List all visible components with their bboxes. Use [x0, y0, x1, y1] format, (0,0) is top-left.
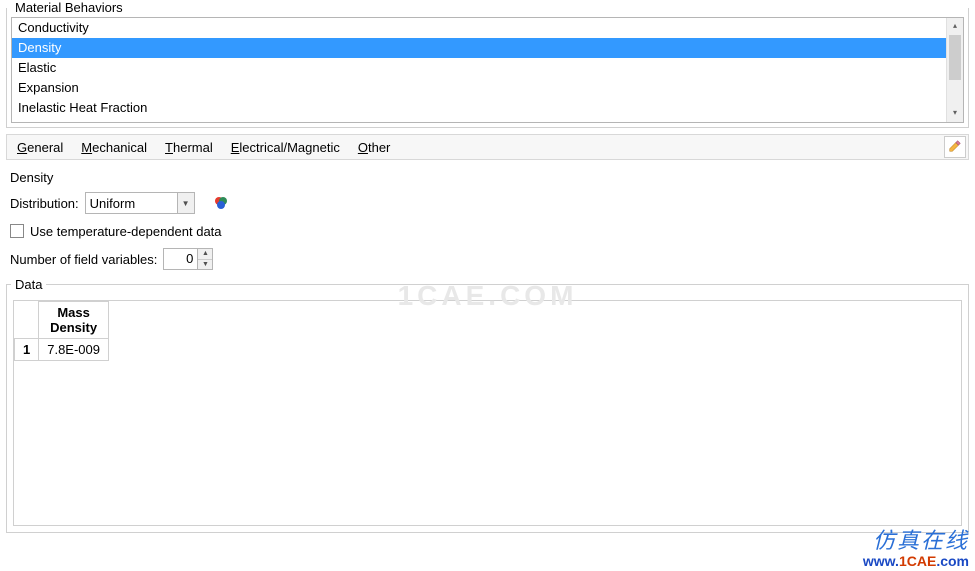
spinner-up[interactable]: ▲	[198, 249, 212, 260]
col-header-line2: Density	[47, 320, 100, 335]
field-vars-spinner[interactable]: 0 ▲ ▼	[163, 248, 213, 270]
menu-thermal-label: hermal	[173, 140, 213, 155]
scroll-thumb[interactable]	[949, 35, 961, 80]
mapping-icon[interactable]	[213, 195, 229, 211]
distribution-select[interactable]: Uniform ▼	[85, 192, 195, 214]
menu-electrical[interactable]: Electrical/Magnetic	[231, 140, 340, 155]
menu-thermal[interactable]: Thermal	[165, 140, 213, 155]
behavior-item-expansion[interactable]: Expansion	[12, 78, 946, 98]
distribution-label: Distribution:	[10, 196, 79, 211]
watermark-url: www.1CAE.com	[863, 553, 969, 569]
distribution-value: Uniform	[90, 196, 136, 211]
watermark-corner: 仿真在线 www.1CAE.com	[863, 528, 969, 569]
density-section-label: Density	[10, 170, 969, 185]
menu-mechanical-label: echanical	[92, 140, 147, 155]
menu-other-label: ther	[368, 140, 390, 155]
material-behaviors-title: Material Behaviors	[11, 0, 127, 15]
row-index: 1	[15, 339, 39, 361]
menu-mechanical[interactable]: Mechanical	[81, 140, 147, 155]
temp-dependent-checkbox[interactable]	[10, 224, 24, 238]
menu-other[interactable]: Other	[358, 140, 391, 155]
wm-url-suffix: .com	[936, 553, 969, 569]
wm-url-prefix: www.	[863, 553, 899, 569]
data-panel-title: Data	[11, 277, 46, 292]
menu-general[interactable]: General	[17, 140, 63, 155]
mass-density-cell[interactable]: 7.8E-009	[39, 339, 109, 361]
temp-dependent-label: Use temperature-dependent data	[30, 224, 222, 239]
behaviors-listbox[interactable]: Conductivity Density Elastic Expansion I…	[11, 17, 964, 123]
behavior-item-density[interactable]: Density	[12, 38, 946, 58]
data-table-area: Mass Density 1 7.8E-009	[13, 300, 962, 526]
chevron-down-icon: ▼	[177, 193, 194, 213]
edit-button[interactable]	[944, 136, 966, 158]
field-vars-value: 0	[164, 249, 197, 269]
material-behaviors-panel: Material Behaviors Conductivity Density …	[6, 0, 969, 128]
scroll-down-arrow[interactable]: ▾	[947, 105, 963, 122]
behavior-item-inelastic-heat[interactable]: Inelastic Heat Fraction	[12, 98, 946, 118]
wm-url-mid: 1CAE	[899, 553, 936, 569]
spinner-down[interactable]: ▼	[198, 260, 212, 270]
density-table[interactable]: Mass Density 1 7.8E-009	[14, 301, 109, 361]
col-header-mass-density: Mass Density	[39, 302, 109, 339]
behavior-menubar: General Mechanical Thermal Electrical/Ma…	[6, 134, 969, 160]
scroll-up-arrow[interactable]: ▴	[947, 18, 963, 35]
behaviors-scrollbar[interactable]: ▴ ▾	[946, 18, 963, 122]
table-row[interactable]: 1 7.8E-009	[15, 339, 109, 361]
menu-general-label: eneral	[27, 140, 63, 155]
menu-electrical-label: lectrical/Magnetic	[239, 140, 339, 155]
behavior-item-conductivity[interactable]: Conductivity	[12, 18, 946, 38]
behavior-item-elastic[interactable]: Elastic	[12, 58, 946, 78]
pencil-icon	[948, 139, 962, 156]
col-header-line1: Mass	[47, 305, 100, 320]
data-panel: Data Mass Density 1 7.8E-009	[6, 277, 969, 533]
field-vars-label: Number of field variables:	[10, 252, 157, 267]
